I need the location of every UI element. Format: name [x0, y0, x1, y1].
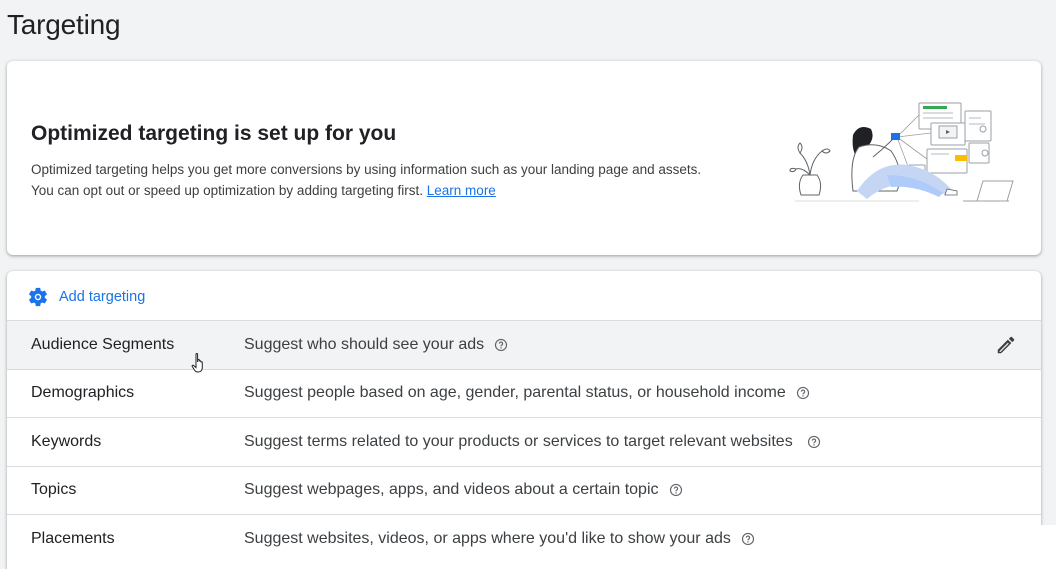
row-description-text: Suggest websites, videos, or apps where …: [244, 529, 731, 547]
help-circle-icon[interactable]: [669, 483, 683, 497]
laptop-icon: [963, 180, 1014, 202]
help-circle-icon[interactable]: [807, 435, 821, 449]
bottom-right-overlay: [795, 525, 1056, 569]
row-name: Keywords: [31, 432, 102, 450]
targeting-row-keywords[interactable]: Keywords Suggest terms related to your p…: [7, 417, 1041, 466]
row-name: Placements: [31, 529, 115, 547]
help-circle-icon[interactable]: [796, 386, 810, 400]
page-title: Targeting: [7, 9, 121, 40]
pencil-icon[interactable]: [995, 334, 1017, 356]
row-description-text: Suggest webpages, apps, and videos about…: [244, 481, 659, 499]
help-circle-icon[interactable]: [741, 532, 755, 546]
row-description-text: Suggest people based on age, gender, par…: [244, 384, 786, 402]
row-name: Demographics: [31, 384, 135, 402]
gear-icon: [29, 287, 47, 307]
row-name: Audience Segments: [31, 335, 175, 353]
banner-title: Optimized targeting is set up for you: [31, 122, 397, 145]
targeting-row-audience-segments[interactable]: Audience Segments Suggest who should see…: [7, 320, 1041, 369]
row-description: Suggest people based on age, gender, par…: [244, 384, 810, 402]
banner-desc-line-1: Optimized targeting helps you get more c…: [31, 162, 702, 177]
plant-icon: [789, 142, 831, 196]
banner-desc-line-2-text: You can opt out or speed up optimization…: [31, 183, 424, 198]
add-targeting-label: Add targeting: [59, 289, 146, 305]
row-description: Suggest terms related to your products o…: [244, 433, 821, 451]
learn-more-link[interactable]: Learn more: [427, 183, 496, 198]
row-description: Suggest who should see your ads: [244, 336, 508, 354]
row-description: Suggest webpages, apps, and videos about…: [244, 481, 683, 499]
targeting-row-demographics[interactable]: Demographics Suggest people based on age…: [7, 368, 1041, 418]
row-description-text: Suggest terms related to your products o…: [244, 432, 793, 450]
row-description: Suggest websites, videos, or apps where …: [244, 530, 755, 548]
floating-screens: [908, 102, 992, 176]
row-description-text: Suggest who should see your ads: [244, 335, 485, 353]
person-with-laptop-illustration: [789, 102, 1014, 202]
help-circle-icon[interactable]: [494, 338, 508, 352]
targeting-page: Targeting Optimized targeting is set up …: [0, 0, 1056, 569]
optimized-targeting-banner: Optimized targeting is set up for you Op…: [7, 61, 1041, 255]
add-targeting-button[interactable]: Add targeting: [27, 285, 145, 309]
row-name: Topics: [31, 481, 77, 499]
banner-description: Optimized targeting helps you get more c…: [31, 159, 771, 201]
targeting-row-topics[interactable]: Topics Suggest webpages, apps, and video…: [7, 465, 1041, 515]
banner-desc-line-2: You can opt out or speed up optimization…: [31, 180, 771, 201]
